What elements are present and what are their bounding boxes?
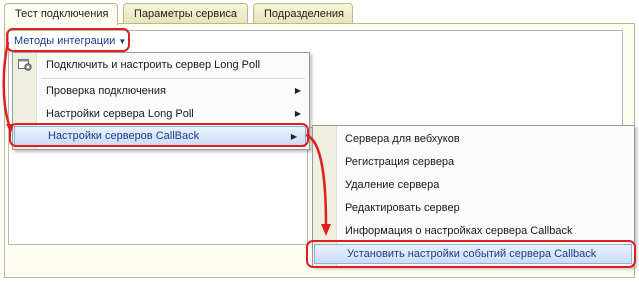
integration-methods-menu: Подключить и настроить сервер Long Poll … [12,52,310,150]
menu-item-connection-check[interactable]: Проверка подключения ▶ [13,81,309,101]
menu-item-label: Настройки серверов CallBack [48,130,200,142]
menu-item-callback-settings[interactable]: Настройки серверов CallBack ▶ [14,126,306,147]
menu-item-label: Сервера для вебхуков [345,133,460,145]
submenu-item-server-registration[interactable]: Регистрация сервера [313,152,634,172]
menu-item-label: Удаление сервера [345,179,440,191]
menu-separator [41,78,305,79]
submenu-arrow-icon: ▶ [290,132,297,141]
menu-item-label: Информация о настройках сервера Callback [345,225,573,237]
menu-item-label: Регистрация сервера [345,156,455,168]
menu-item-label: Подключить и настроить сервер Long Poll [46,59,261,71]
menu-item-label: Проверка подключения [46,85,166,97]
tab-departments[interactable]: Подразделения [253,3,353,24]
tab-bar: Тест подключения Параметры сервиса Подра… [0,0,639,25]
menu-item-long-poll-settings[interactable]: Настройки сервера Long Poll ▶ [13,104,309,124]
menu-item-connect-long-poll[interactable]: Подключить и настроить сервер Long Poll [13,55,309,75]
callback-settings-submenu: Сервера для вебхуков Регистрация сервера… [312,125,635,267]
integration-methods-button[interactable]: Методы интеграции ▼ [11,32,129,50]
menu-item-label: Редактировать сервер [345,202,460,214]
tab-service-parameters[interactable]: Параметры сервиса [123,3,248,24]
submenu-item-webhook-servers[interactable]: Сервера для вебхуков [313,129,634,149]
menu-item-label: Установить настройки событий сервера Cal… [347,248,597,260]
chevron-down-icon: ▼ [118,37,127,46]
content-area-right [300,30,623,128]
integration-methods-label: Методы интеграции [14,35,116,47]
submenu-arrow-icon: ▶ [294,109,301,118]
submenu-item-set-callback-events[interactable]: Установить настройки событий сервера Cal… [314,244,632,264]
submenu-item-server-deletion[interactable]: Удаление сервера [313,175,634,195]
menu-item-label: Настройки сервера Long Poll [46,108,194,120]
gear-window-icon [18,59,32,71]
submenu-item-edit-server[interactable]: Редактировать сервер [313,198,634,218]
submenu-arrow-icon: ▶ [294,86,301,95]
tab-connection-test[interactable]: Тест подключения [4,3,118,25]
submenu-item-callback-info[interactable]: Информация о настройках сервера Callback [313,221,634,241]
